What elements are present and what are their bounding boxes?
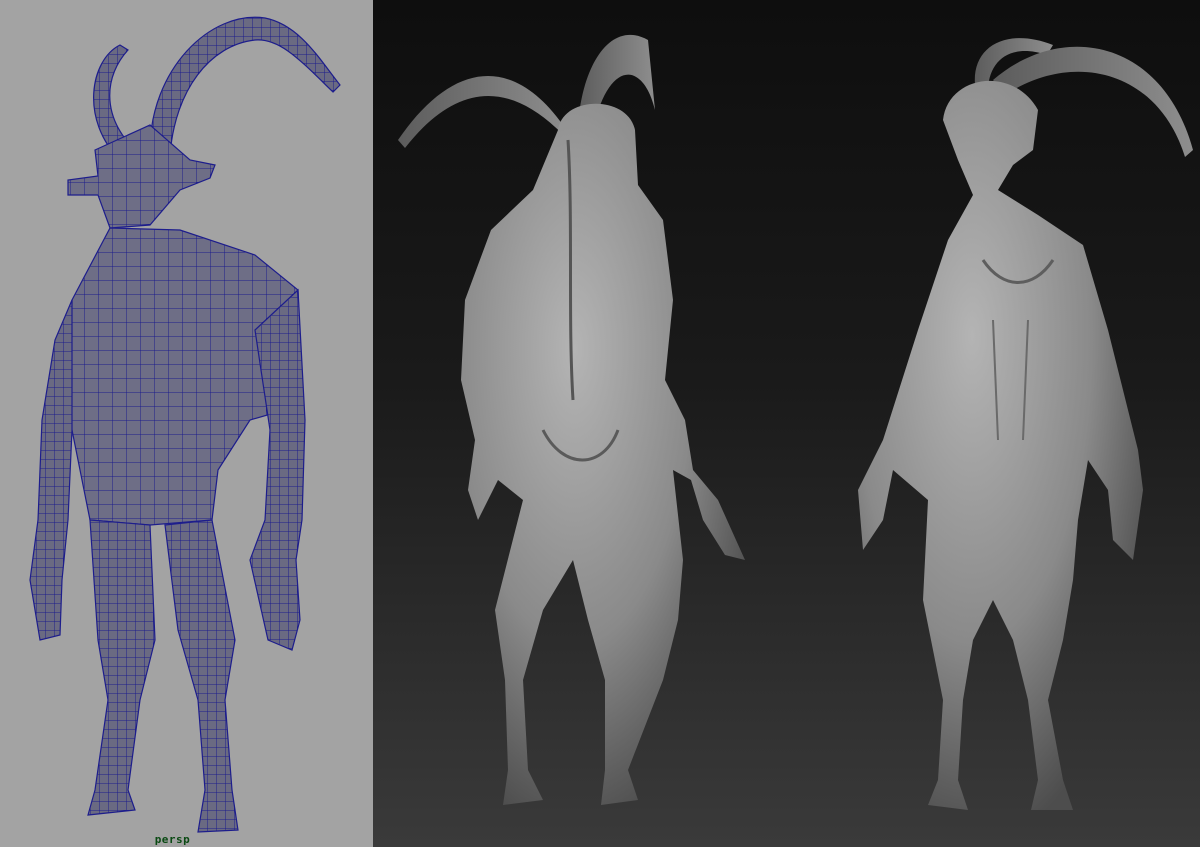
sculpted-creature-views-icon <box>398 34 1193 811</box>
image-composite: persp <box>0 0 1200 847</box>
wireframe-viewport: persp <box>0 0 373 847</box>
front-view-creature <box>858 38 1193 811</box>
back-view-creature <box>398 34 745 805</box>
camera-label: persp <box>154 833 191 846</box>
wireframe-creature-icon <box>29 16 341 833</box>
sculpt-render <box>373 0 1200 847</box>
